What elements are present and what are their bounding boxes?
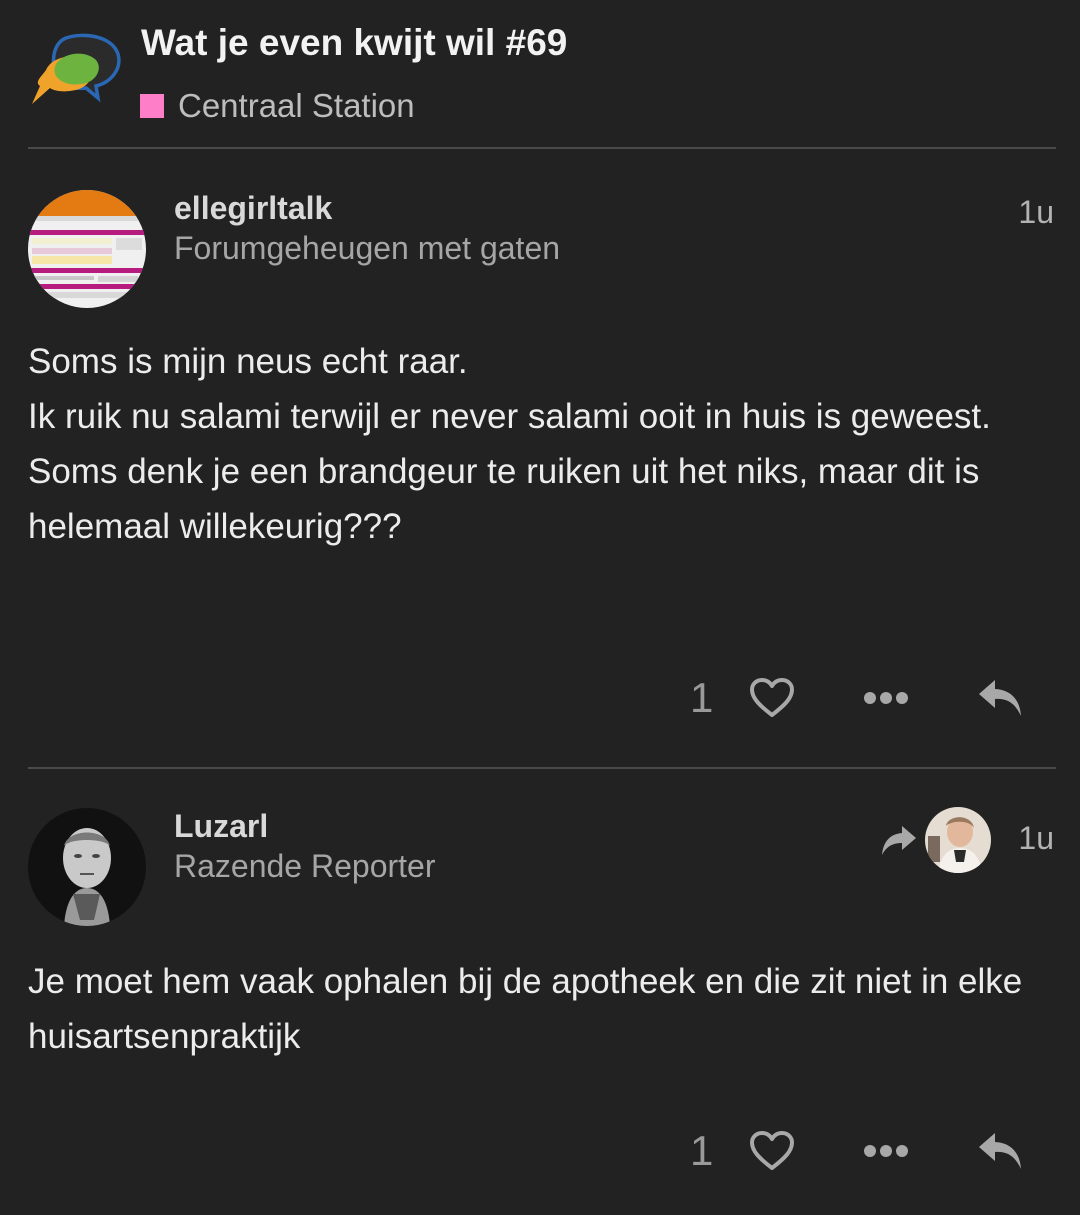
post-paragraph: Soms is mijn neus echt raar. — [28, 342, 468, 381]
share-arrow-icon — [882, 826, 916, 855]
post-paragraph: Soms denk je een brandgeur te ruiken uit… — [28, 452, 980, 546]
post-paragraph: Ik ruik nu salami terwijl er never salam… — [28, 397, 991, 436]
more-dots-icon[interactable] — [860, 1121, 912, 1181]
post-actions: 1 — [0, 1121, 1080, 1181]
post: ellegirltalk Forumgeheugen met gaten 1u … — [0, 148, 1080, 768]
avatar[interactable] — [28, 190, 146, 308]
avatar[interactable] — [28, 808, 146, 926]
speech-bubbles-logo-icon[interactable] — [26, 30, 122, 116]
reply-arrow-icon[interactable] — [972, 1121, 1028, 1181]
reply-to-avatar — [925, 807, 991, 873]
category-color-swatch — [140, 94, 164, 118]
post-username[interactable]: ellegirltalk — [174, 190, 332, 227]
post: Luzarl Razende Reporter 1u Je moet hem v… — [0, 768, 1080, 1215]
post-paragraph: Je moet hem vaak ophalen bij de apotheek… — [28, 962, 1023, 1056]
avatar-image — [28, 190, 146, 308]
post-user-title: Forumgeheugen met gaten — [174, 230, 561, 266]
post-actions: 1 — [0, 668, 1080, 728]
topic-screen: Wat je even kwijt wil #69 Centraal Stati… — [0, 0, 1080, 1215]
heart-icon[interactable] — [746, 668, 798, 728]
post-date[interactable]: 1u — [1018, 820, 1054, 857]
post-date[interactable]: 1u — [1018, 194, 1054, 231]
category-name: Centraal Station — [178, 87, 415, 124]
post-body: Soms is mijn neus echt raar. Ik ruik nu … — [28, 334, 1058, 554]
more-dots-icon[interactable] — [860, 668, 912, 728]
topic-title[interactable]: Wat je even kwijt wil #69 — [141, 22, 567, 64]
post-username[interactable]: Luzarl — [174, 808, 268, 845]
category-badge[interactable]: Centraal Station — [140, 86, 415, 126]
avatar-image — [28, 808, 146, 926]
heart-icon[interactable] — [746, 1121, 798, 1181]
like-count[interactable]: 1 — [690, 668, 713, 728]
like-count[interactable]: 1 — [690, 1121, 713, 1181]
post-user-title: Razende Reporter — [174, 848, 436, 884]
topic-header: Wat je even kwijt wil #69 Centraal Stati… — [0, 0, 1080, 148]
reply-to-indicator[interactable] — [880, 806, 992, 874]
post-body: Je moet hem vaak ophalen bij de apotheek… — [28, 954, 1058, 1064]
reply-arrow-icon[interactable] — [972, 668, 1028, 728]
